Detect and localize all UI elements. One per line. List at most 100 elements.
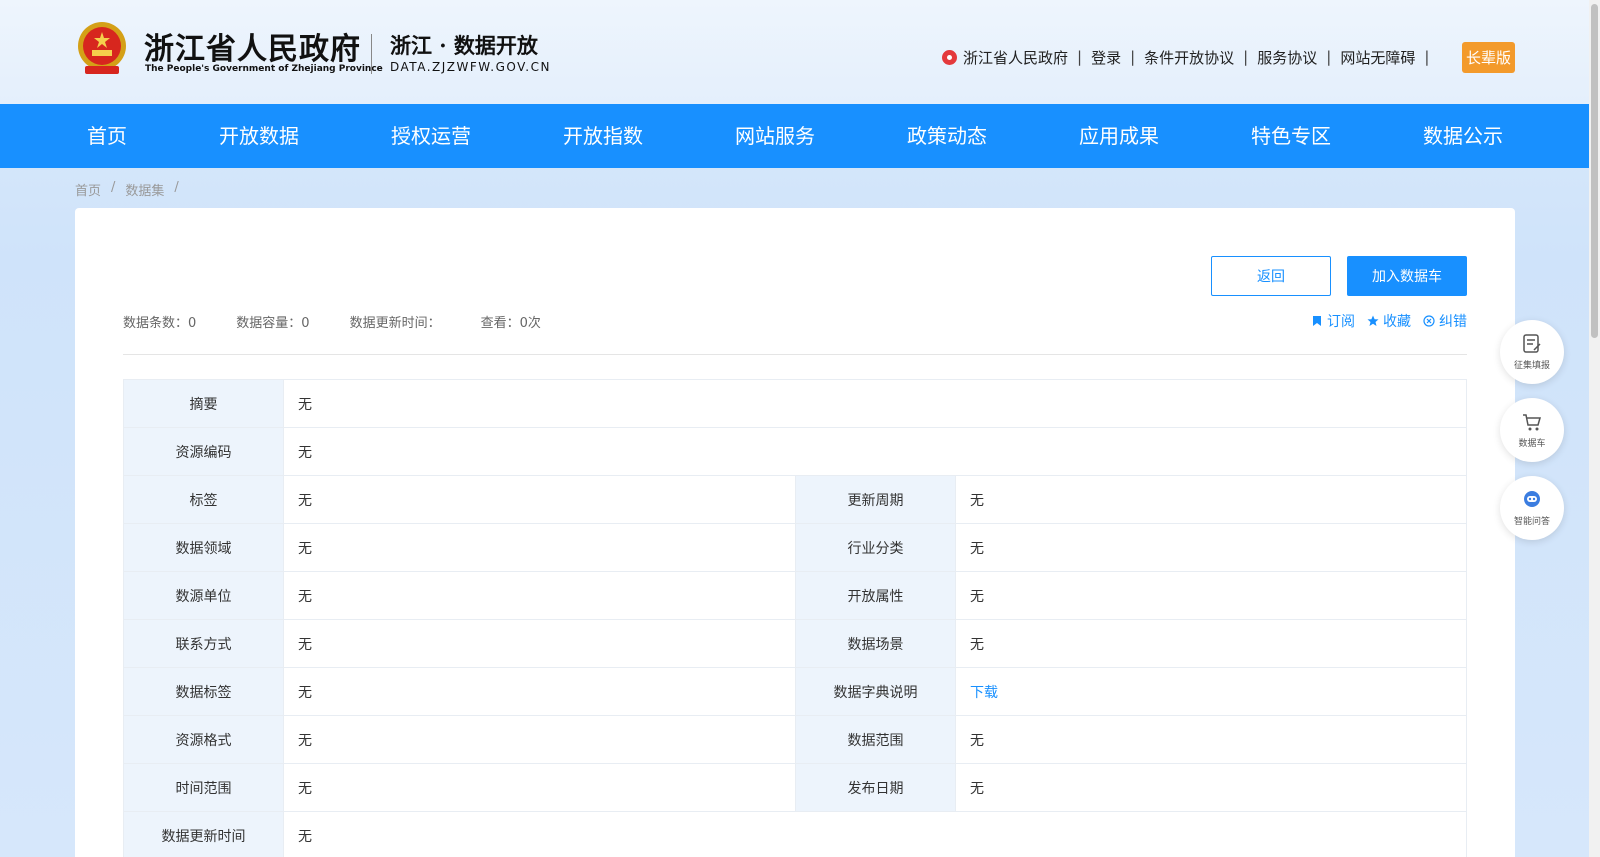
dataset-info-table: 摘要 无 资源编码 无 标签 无 更新周期 无 数据领域 无 行业分类 无 数源… — [123, 379, 1467, 857]
link-login[interactable]: 登录 — [1091, 47, 1121, 68]
field-value: 无 — [283, 475, 796, 524]
field-value: 无 — [955, 763, 1467, 812]
add-to-cart-button[interactable]: 加入数据车 — [1347, 256, 1467, 296]
section-divider — [123, 354, 1467, 355]
field-label: 行业分类 — [795, 523, 956, 572]
field-label: 数据领域 — [123, 523, 284, 572]
back-button[interactable]: 返回 — [1211, 256, 1331, 296]
field-label: 摘要 — [123, 379, 284, 428]
stat-count: 数据条数：0 — [123, 316, 197, 331]
float-qa-button[interactable]: 智能问答 — [1500, 476, 1564, 540]
nav-policy[interactable]: 政策动态 — [907, 104, 987, 168]
nav-applications[interactable]: 应用成果 — [1079, 104, 1159, 168]
field-label: 开放属性 — [795, 571, 956, 620]
nav-open-index[interactable]: 开放指数 — [563, 104, 643, 168]
field-label: 数据更新时间 — [123, 811, 284, 857]
breadcrumb-sep: / — [174, 180, 179, 195]
field-value: 无 — [955, 619, 1467, 668]
nav-open-data[interactable]: 开放数据 — [219, 104, 299, 168]
field-label: 数据标签 — [123, 667, 284, 716]
field-value: 无 — [283, 763, 796, 812]
table-row: 联系方式 无 数据场景 无 — [123, 619, 1467, 668]
field-value: 无 — [283, 667, 796, 716]
elder-mode-button[interactable]: 长辈版 — [1462, 42, 1515, 73]
subscribe-label: 订阅 — [1327, 314, 1355, 330]
table-row: 资源编码 无 — [123, 427, 1467, 476]
field-label: 时间范围 — [123, 763, 284, 812]
float-qa-label: 智能问答 — [1513, 517, 1550, 527]
field-value: 无 — [955, 523, 1467, 572]
table-row: 摘要 无 — [123, 379, 1467, 428]
field-label: 资源格式 — [123, 715, 284, 764]
float-collect-label: 征集填报 — [1513, 361, 1550, 371]
logo-divider — [371, 34, 372, 74]
top-links: 浙江省人民政府 | 登录 | 条件开放协议 | 服务协议 | 网站无障碍 | — [942, 44, 1438, 70]
field-value: 无 — [283, 427, 1467, 476]
dataset-card: 返回 加入数据车 数据条数：0 数据容量：0 数据更新时间： 查看：0次 订阅 … — [75, 208, 1515, 857]
float-cart-button[interactable]: 数据车 — [1500, 398, 1564, 462]
star-icon — [1367, 315, 1379, 326]
link-conditional-agreement[interactable]: 条件开放协议 — [1144, 47, 1234, 68]
national-emblem-icon — [78, 22, 126, 74]
field-label: 数据字典说明 — [795, 667, 956, 716]
breadcrumb-home[interactable]: 首页 — [75, 180, 101, 199]
table-row: 标签 无 更新周期 无 — [123, 475, 1467, 524]
nav-site-service[interactable]: 网站服务 — [735, 104, 815, 168]
field-value: 下载 — [955, 667, 1467, 716]
field-label: 资源编码 — [123, 427, 284, 476]
breadcrumb-sep: / — [111, 180, 116, 195]
field-value: 无 — [283, 571, 796, 620]
breadcrumb-dataset[interactable]: 数据集 — [125, 180, 164, 199]
bookmark-icon — [1313, 316, 1321, 326]
stat-update-time: 数据更新时间： — [349, 316, 441, 331]
field-value: 无 — [955, 571, 1467, 620]
field-value: 无 — [955, 715, 1467, 764]
field-value: 无 — [283, 619, 796, 668]
table-row: 数源单位 无 开放属性 无 — [123, 571, 1467, 620]
site-header: 浙江省人民政府 The People's Government of Zheji… — [0, 0, 1589, 104]
gov-name-cn: 浙江省人民政府 — [144, 32, 361, 67]
field-value: 无 — [283, 715, 796, 764]
edit-form-icon — [1523, 334, 1541, 353]
stat-capacity: 数据容量：0 — [236, 316, 310, 331]
table-row: 数据领域 无 行业分类 无 — [123, 523, 1467, 572]
correct-action[interactable]: 纠错 — [1423, 311, 1467, 331]
field-label: 联系方式 — [123, 619, 284, 668]
scrollbar-thumb[interactable] — [1591, 4, 1598, 338]
cart-icon — [1523, 414, 1541, 431]
field-value: 无 — [283, 811, 1467, 857]
field-label: 数据场景 — [795, 619, 956, 668]
main-nav: 首页 开放数据 授权运营 开放指数 网站服务 政策动态 应用成果 特色专区 数据… — [0, 104, 1589, 168]
link-gov[interactable]: 浙江省人民政府 — [963, 47, 1068, 68]
nav-special[interactable]: 特色专区 — [1251, 104, 1331, 168]
dictionary-download-link[interactable]: 下载 — [970, 685, 998, 701]
favorite-action[interactable]: 收藏 — [1367, 311, 1411, 331]
float-cart-label: 数据车 — [1518, 439, 1546, 449]
field-value: 无 — [955, 475, 1467, 524]
location-pin-icon — [942, 49, 957, 65]
table-row: 资源格式 无 数据范围 无 — [123, 715, 1467, 764]
site-domain: DATA.ZJZWFW.GOV.CN — [390, 60, 551, 74]
page-scrollbar[interactable] — [1589, 0, 1600, 857]
nav-home[interactable]: 首页 — [87, 104, 127, 168]
table-row: 数据标签 无 数据字典说明 下载 — [123, 667, 1467, 716]
field-value: 无 — [283, 523, 796, 572]
field-label: 更新周期 — [795, 475, 956, 524]
nav-disclosure[interactable]: 数据公示 — [1423, 104, 1503, 168]
field-label: 数源单位 — [123, 571, 284, 620]
table-row: 时间范围 无 发布日期 无 — [123, 763, 1467, 812]
table-row: 数据更新时间 无 — [123, 811, 1467, 857]
link-accessibility[interactable]: 网站无障碍 — [1340, 47, 1415, 68]
link-service-agreement[interactable]: 服务协议 — [1257, 47, 1317, 68]
nav-authorized-ops[interactable]: 授权运营 — [391, 104, 471, 168]
field-label: 数据范围 — [795, 715, 956, 764]
dataset-stats: 数据条数：0 数据容量：0 数据更新时间： 查看：0次 — [123, 312, 581, 331]
robot-assistant-icon — [1524, 491, 1540, 507]
gov-name-en: The People's Government of Zhejiang Prov… — [145, 64, 383, 74]
site-name-cn: 浙江 · 数据开放 — [390, 33, 538, 58]
correct-label: 纠错 — [1439, 314, 1467, 330]
field-label: 发布日期 — [795, 763, 956, 812]
subscribe-action[interactable]: 订阅 — [1311, 311, 1355, 331]
float-collect-button[interactable]: 征集填报 — [1500, 320, 1564, 384]
field-label: 标签 — [123, 475, 284, 524]
